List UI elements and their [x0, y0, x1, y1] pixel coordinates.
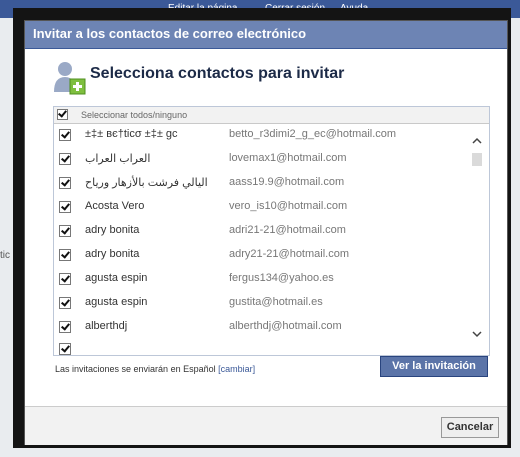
contact-name: adry bonita: [85, 224, 140, 236]
contact-checkbox[interactable]: [59, 201, 71, 213]
scrollbar-thumb[interactable]: [472, 153, 482, 166]
contact-checkbox[interactable]: [59, 177, 71, 189]
contact-name: adry bonita: [85, 248, 140, 260]
contact-name: agusta espin: [85, 272, 148, 284]
select-all-row[interactable]: Seleccionar todos/ninguno: [54, 107, 489, 124]
contact-list-scrollbar[interactable]: [466, 124, 489, 355]
contact-row[interactable]: العراب العراب lovemax1@hotmail.com: [54, 148, 466, 172]
contact-row[interactable]: adry bonita adri21-21@hotmail.com: [54, 220, 466, 244]
invite-dialog: Invitar a los contactos de correo electr…: [24, 20, 508, 445]
contact-list: Seleccionar todos/ninguno ±‡± вє†ticσ ±‡…: [53, 106, 490, 356]
contact-checkbox[interactable]: [59, 297, 71, 309]
contact-email: adri21-21@hotmail.com: [229, 224, 346, 236]
contact-email: vero_is10@hotmail.com: [229, 200, 348, 212]
contact-checkbox[interactable]: [59, 343, 71, 355]
language-note-text: Las invitaciones se enviarán en Español: [55, 364, 216, 374]
select-all-checkbox[interactable]: [57, 109, 68, 120]
contact-name: agusta espin: [85, 296, 148, 308]
contact-row[interactable]: اليالي فرشت بالأزهار ورياح aass19.9@hotm…: [54, 172, 466, 196]
view-invitation-button[interactable]: Ver la invitación: [380, 356, 488, 377]
contact-checkbox[interactable]: [59, 321, 71, 333]
chevron-down-icon[interactable]: [472, 329, 482, 339]
contact-row[interactable]: agusta espin fergus134@yahoo.es: [54, 268, 466, 292]
contact-name: alberthdj: [85, 320, 128, 332]
contact-email: alberthdj@hotmail.com: [229, 320, 342, 332]
change-language-link[interactable]: [cambiar]: [218, 364, 255, 374]
cancel-button[interactable]: Cancelar: [441, 417, 499, 438]
contact-checkbox[interactable]: [59, 249, 71, 261]
contact-email: lovemax1@hotmail.com: [229, 152, 347, 164]
contact-row[interactable]: ±‡± вє†ticσ ±‡± gc betto_r3dimi2_g_ec@ho…: [54, 124, 466, 148]
background-side-text: tic: [0, 250, 10, 261]
contact-checkbox[interactable]: [59, 153, 71, 165]
language-note: Las invitaciones se enviarán en Español …: [55, 364, 255, 374]
select-all-label: Seleccionar todos/ninguno: [81, 110, 188, 120]
contact-name: Acosta Vero: [85, 200, 145, 212]
contact-row[interactable]: Acosta Vero vero_is10@hotmail.com: [54, 196, 466, 220]
contact-checkbox[interactable]: [59, 129, 71, 141]
contact-name: ±‡± вє†ticσ ±‡± gc: [85, 128, 178, 140]
dialog-title: Invitar a los contactos de correo electr…: [25, 21, 507, 49]
contact-email: gustita@hotmail.es: [229, 296, 323, 308]
contact-name: اليالي فرشت بالأزهار ورياح: [85, 177, 208, 189]
dialog-footer: Cancelar: [25, 406, 507, 445]
contact-row[interactable]: adry bonita adry21-21@hotmail.com: [54, 244, 466, 268]
add-contact-icon: [53, 59, 87, 95]
contact-row-partial[interactable]: [54, 340, 466, 355]
contact-checkbox[interactable]: [59, 225, 71, 237]
heading-text: Selecciona contactos para invitar: [90, 65, 345, 82]
contact-row[interactable]: alberthdj alberthdj@hotmail.com: [54, 316, 466, 340]
contact-name: العراب العراب: [85, 153, 151, 165]
contact-checkbox[interactable]: [59, 273, 71, 285]
chevron-up-icon[interactable]: [472, 136, 482, 146]
contact-email: fergus134@yahoo.es: [229, 272, 334, 284]
contact-row[interactable]: agusta espin gustita@hotmail.es: [54, 292, 466, 316]
contact-email: betto_r3dimi2_g_ec@hotmail.com: [229, 128, 397, 140]
contact-email: aass19.9@hotmail.com: [229, 176, 345, 188]
contact-email: adry21-21@hotmail.com: [229, 248, 349, 260]
